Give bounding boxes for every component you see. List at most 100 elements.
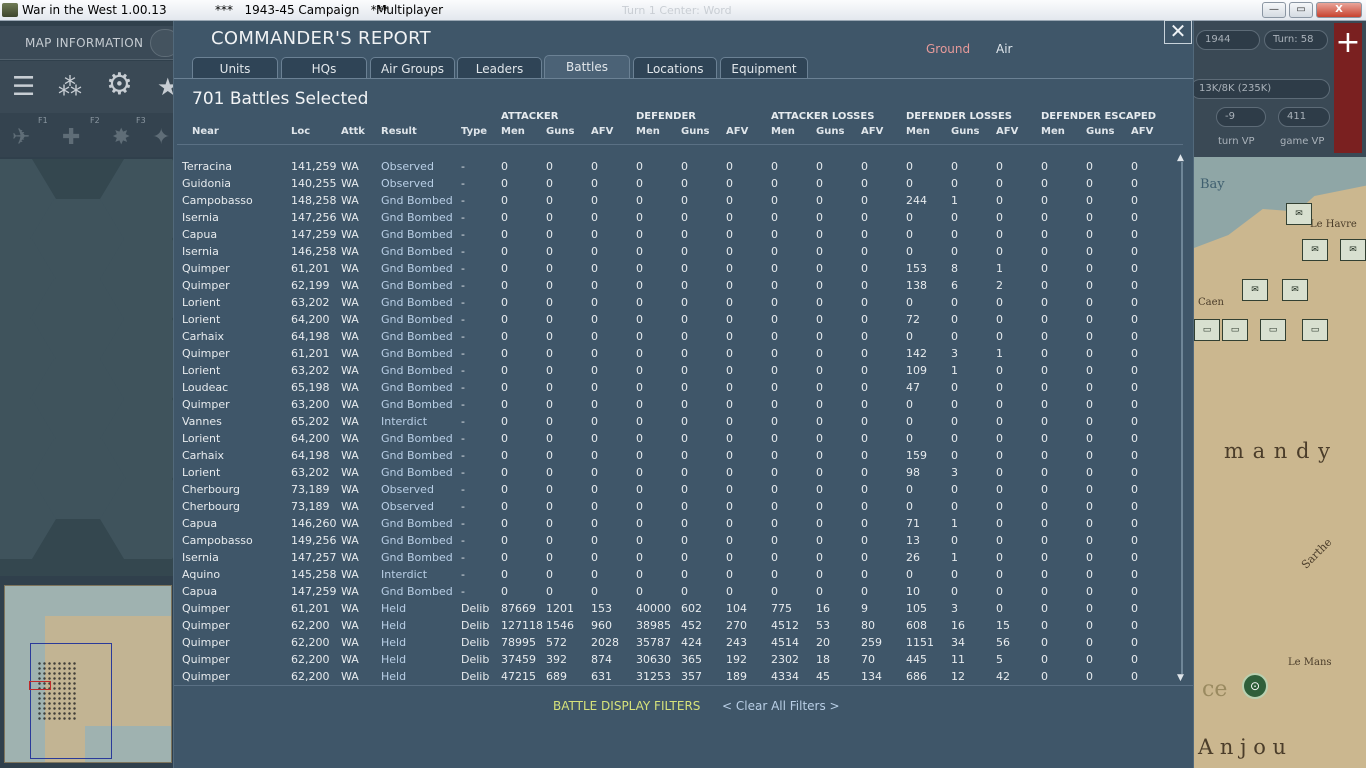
unit-counter[interactable]: ✉: [1340, 239, 1366, 261]
col-attk[interactable]: Attk: [341, 126, 365, 137]
unit-counter[interactable]: ✉: [1302, 239, 1328, 261]
hex-map-view[interactable]: [0, 159, 196, 576]
table-row[interactable]: Cherbourg 73,189 WA Observed - 0 0 0 0 0 0 0 0 0 0 0 0 0 0…: [178, 481, 1178, 498]
table-row[interactable]: Quimper 62,200 WA Held Delib 37459 392 874 30630…: [178, 651, 1178, 668]
col-defender-losses-men[interactable]: Men: [906, 126, 930, 137]
tab-locations[interactable]: Locations: [633, 57, 717, 79]
table-scrollbar[interactable]: ▲ ▼: [1177, 154, 1187, 684]
table-row[interactable]: Guidonia 140,255 WA Observed - 0 0 0 0 0 0 0 0 0 0 0 0 0 0…: [178, 175, 1178, 192]
cell-loc: 148,258: [291, 194, 337, 207]
unit-counter[interactable]: ▭: [1194, 319, 1220, 341]
col-attacker-losses-men[interactable]: Men: [771, 126, 795, 137]
col-defender-men[interactable]: Men: [636, 126, 660, 137]
tab-equipment[interactable]: Equipment: [720, 57, 808, 79]
zoom-plus-icon[interactable]: +: [1334, 23, 1362, 153]
col-defender-escaped-men[interactable]: Men: [1041, 126, 1065, 137]
table-row[interactable]: Isernia 146,258 WA Gnd Bombed - 0 0 0 0 0 0 0 0 0 0 0 0 0…: [178, 243, 1178, 260]
col-defender-guns[interactable]: Guns: [681, 126, 709, 137]
table-row[interactable]: Quimper 62,200 WA Held Delib 47215 689 631 31253…: [178, 668, 1178, 685]
air-toggle[interactable]: Air: [996, 42, 1012, 56]
table-row[interactable]: Capua 146,260 WA Gnd Bombed - 0 0 0 0 0 0 0 0 0 71 1 0 0 0…: [178, 515, 1178, 532]
map-information-tab[interactable]: MAP INFORMATION: [0, 26, 180, 60]
bombing-icon[interactable]: ✸: [112, 123, 130, 153]
table-row[interactable]: Aquino 145,258 WA Interdict - 0 0 0 0 0 0 0 0 0 0 0 0 0 0 0: [178, 566, 1178, 583]
col-near[interactable]: Near: [192, 126, 219, 137]
hq-unit-icon[interactable]: ⊙: [1242, 673, 1268, 699]
table-row[interactable]: Lorient 63,202 WA Gnd Bombed - 0 0 0 0 0 0 0 0 0 0 0 0 0 0…: [178, 294, 1178, 311]
col-defender-escaped-guns[interactable]: Guns: [1086, 126, 1114, 137]
table-row[interactable]: Lorient 63,202 WA Gnd Bombed - 0 0 0 0 0 0 0 0 0 109 1 0…: [178, 362, 1178, 379]
unit-counter[interactable]: ✉: [1242, 279, 1268, 301]
unit-list-icon[interactable]: ☰: [12, 72, 35, 102]
table-row[interactable]: Campobasso 148,258 WA Gnd Bombed - 0 0 0 0 0 0 0 0 0 2…: [178, 192, 1178, 209]
table-row[interactable]: Isernia 147,257 WA Gnd Bombed - 0 0 0 0 0 0 0 0 0 26 1 0…: [178, 549, 1178, 566]
formation-icon[interactable]: ⁂: [58, 72, 82, 102]
tab-battles[interactable]: Battles: [544, 55, 630, 79]
col-attacker-guns[interactable]: Guns: [546, 126, 574, 137]
scroll-track[interactable]: [1181, 162, 1183, 674]
col-defender-escaped-afv[interactable]: AFV: [1131, 126, 1153, 137]
cell-dla: 0: [996, 602, 1003, 615]
table-row[interactable]: Quimper 61,201 WA Gnd Bombed - 0 0 0 0 0 0 0 0 0 153 8 1…: [178, 260, 1178, 277]
ground-toggle[interactable]: Ground: [926, 42, 970, 56]
battle-display-filters-button[interactable]: BATTLE DISPLAY FILTERS: [553, 699, 700, 713]
table-row[interactable]: Campobasso 149,256 WA Gnd Bombed - 0 0 0 0 0 0 0 0 0 1…: [178, 532, 1178, 549]
table-row[interactable]: Cherbourg 73,189 WA Observed - 0 0 0 0 0 0 0 0 0 0 0 0 0 0…: [178, 498, 1178, 515]
cell-result: Gnd Bombed: [381, 466, 453, 479]
unit-counter[interactable]: ▭: [1260, 319, 1286, 341]
settings-gear-icon[interactable]: ⚙: [106, 70, 133, 100]
table-row[interactable]: Lorient 64,200 WA Gnd Bombed - 0 0 0 0 0 0 0 0 0 72 0 0 0…: [178, 311, 1178, 328]
col-type[interactable]: Type: [461, 126, 487, 137]
maximize-button[interactable]: ▭: [1289, 2, 1313, 18]
report-close-button[interactable]: ✕: [1164, 20, 1192, 44]
table-row[interactable]: Carhaix 64,198 WA Gnd Bombed - 0 0 0 0 0 0 0 0 0 159 0 0…: [178, 447, 1178, 464]
table-row[interactable]: Lorient 64,200 WA Gnd Bombed - 0 0 0 0 0 0 0 0 0 0 0 0 0 0…: [178, 430, 1178, 447]
table-row[interactable]: Quimper 63,200 WA Gnd Bombed - 0 0 0 0 0 0 0 0 0 0 0 0 0 0…: [178, 396, 1178, 413]
table-row[interactable]: Quimper 62,199 WA Gnd Bombed - 0 0 0 0 0 0 0 0 0 138 6 2…: [178, 277, 1178, 294]
table-row[interactable]: Capua 147,259 WA Gnd Bombed - 0 0 0 0 0 0 0 0 0 10 0 0 0 0…: [178, 583, 1178, 600]
col-attacker-afv[interactable]: AFV: [591, 126, 613, 137]
table-row[interactable]: Loudeac 65,198 WA Gnd Bombed - 0 0 0 0 0 0 0 0 0 47 0 0 0…: [178, 379, 1178, 396]
tab-hqs[interactable]: HQs: [281, 57, 367, 79]
tab-leaders[interactable]: Leaders: [457, 57, 542, 79]
unit-counter[interactable]: ▭: [1222, 319, 1248, 341]
table-row[interactable]: Isernia 147,256 WA Gnd Bombed - 0 0 0 0 0 0 0 0 0 0 0 0 0…: [178, 209, 1178, 226]
cell-dlm: 0: [906, 432, 913, 445]
clear-all-filters-link[interactable]: < Clear All Filters >: [722, 699, 840, 713]
unit-counter[interactable]: ✉: [1286, 203, 1312, 225]
tab-units[interactable]: Units: [192, 57, 278, 79]
table-row[interactable]: Terracina 141,259 WA Observed - 0 0 0 0 0 0 0 0 0 0 0 0 0…: [178, 158, 1178, 175]
table-row[interactable]: Vannes 65,202 WA Interdict - 0 0 0 0 0 0 0 0 0 0 0 0 0 0 0: [178, 413, 1178, 430]
table-row[interactable]: Quimper 61,201 WA Held Delib 87669 1201 153 4000…: [178, 600, 1178, 617]
col-defender-losses-guns[interactable]: Guns: [951, 126, 979, 137]
cell-loc: 146,258: [291, 245, 337, 258]
table-row[interactable]: Capua 147,259 WA Gnd Bombed - 0 0 0 0 0 0 0 0 0 0 0 0 0 0 0: [178, 226, 1178, 243]
cell-eg: 0: [1086, 483, 1093, 496]
table-row[interactable]: Quimper 61,201 WA Gnd Bombed - 0 0 0 0 0 0 0 0 0 142 3 1…: [178, 345, 1178, 362]
artillery-icon[interactable]: ✦: [152, 123, 170, 153]
cell-near: Campobasso: [182, 534, 253, 547]
minimize-button[interactable]: —: [1262, 2, 1286, 18]
window-close-button[interactable]: X: [1316, 2, 1362, 18]
col-result[interactable]: Result: [381, 126, 417, 137]
col-loc[interactable]: Loc: [291, 126, 310, 137]
col-defender-losses-afv[interactable]: AFV: [996, 126, 1018, 137]
air-mission-icon[interactable]: ✈: [12, 123, 30, 153]
table-row[interactable]: Quimper 62,200 WA Held Delib 78995 572 2028 3578…: [178, 634, 1178, 651]
table-row[interactable]: Quimper 62,200 WA Held Delib 127118 1546 960 389…: [178, 617, 1178, 634]
tab-air-groups[interactable]: Air Groups: [370, 57, 455, 79]
cell-dla: 0: [996, 296, 1003, 309]
strategic-minimap[interactable]: [4, 585, 172, 763]
ground-attack-icon[interactable]: ✚: [62, 123, 80, 153]
col-attacker-losses-guns[interactable]: Guns: [816, 126, 844, 137]
col-attacker-men[interactable]: Men: [501, 126, 525, 137]
normandy-map-view[interactable]: Bay Le Havre Caen m a n d y Le Mans A n …: [1194, 157, 1366, 768]
cell-eg: 0: [1086, 449, 1093, 462]
col-defender-afv[interactable]: AFV: [726, 126, 748, 137]
scroll-down-icon[interactable]: ▼: [1177, 674, 1184, 683]
col-attacker-losses-afv[interactable]: AFV: [861, 126, 883, 137]
table-row[interactable]: Lorient 63,202 WA Gnd Bombed - 0 0 0 0 0 0 0 0 0 98 3 0 0…: [178, 464, 1178, 481]
unit-counter[interactable]: ✉: [1282, 279, 1308, 301]
unit-counter[interactable]: ▭: [1302, 319, 1328, 341]
table-row[interactable]: Carhaix 64,198 WA Gnd Bombed - 0 0 0 0 0 0 0 0 0 0 0 0 0 0…: [178, 328, 1178, 345]
